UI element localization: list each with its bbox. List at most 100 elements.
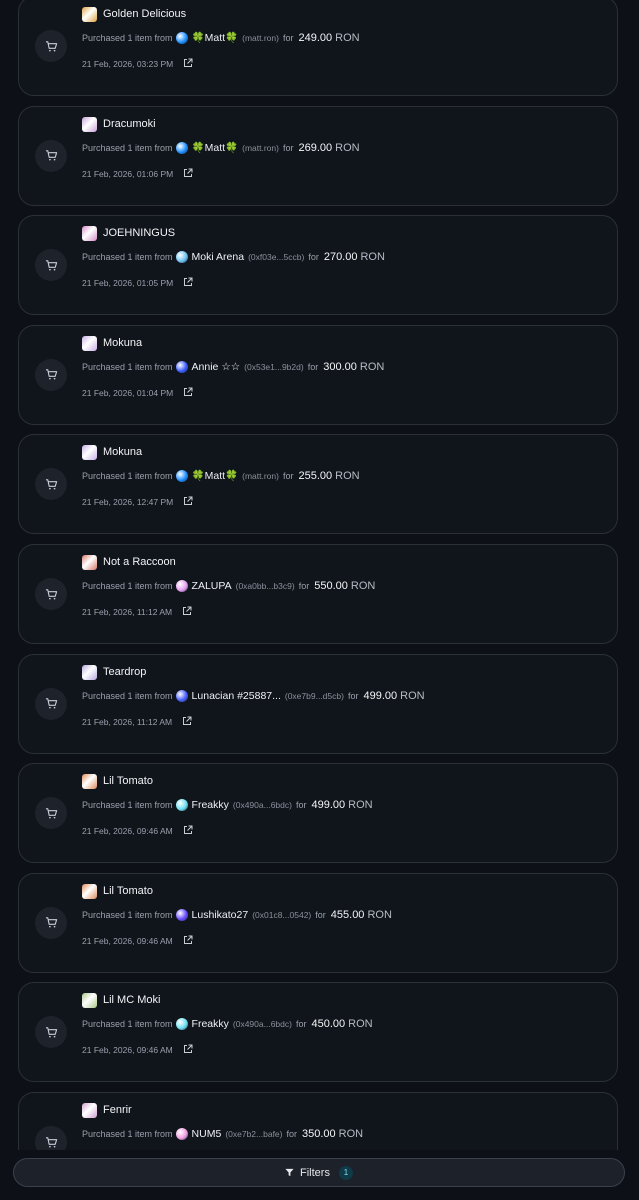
purchase-prefix: Purchased 1 item from — [82, 471, 173, 482]
nft-name[interactable]: JOEHNINGUS — [103, 226, 175, 241]
external-link-icon[interactable] — [183, 58, 193, 68]
sale-timestamp: 21 Feb, 2026, 12:47 PM — [82, 497, 174, 508]
buyer-address[interactable]: (0xa0bb...b3c9) — [236, 579, 295, 593]
external-link-icon[interactable] — [183, 935, 193, 945]
sale-amount: 255.00 — [298, 470, 333, 483]
sale-amount: 269.00 — [298, 141, 333, 154]
for-label: for — [298, 581, 310, 591]
sale-card[interactable]: Mokuna Purchased 1 item from Annie ☆☆ (0x53… — [18, 324, 618, 425]
currency-label: RON — [348, 1018, 373, 1031]
currency-label: RON — [367, 908, 392, 921]
sale-card[interactable]: Mokuna Purchased 1 item from 🍀Matt🍀 (matt.r… — [18, 434, 618, 535]
nft-name[interactable]: Not a Raccoon — [103, 555, 176, 570]
cart-icon — [35, 578, 67, 610]
buyer-address[interactable]: (0xe7b2...bafe) — [225, 1127, 282, 1141]
for-label: for — [282, 33, 294, 43]
external-link-icon[interactable] — [182, 716, 192, 726]
buyer-name[interactable]: ZALUPA — [192, 579, 232, 593]
nft-thumbnail — [82, 445, 97, 461]
nft-name[interactable]: Lil MC Moki — [103, 993, 160, 1008]
buyer-name[interactable]: Freakky — [192, 798, 229, 812]
sale-amount: 499.00 — [363, 689, 398, 702]
buyer-address[interactable]: (0xf03e...5ccb) — [248, 250, 304, 264]
cart-icon — [35, 468, 67, 501]
buyer-avatar — [175, 799, 188, 812]
external-link-icon[interactable] — [183, 496, 193, 506]
currency-label: RON — [348, 799, 373, 812]
sale-card[interactable]: JOEHNINGUS Purchased 1 item from Moki Aren… — [18, 215, 618, 316]
sale-card[interactable]: Lil Tomato Purchased 1 item from Freakky (0… — [18, 763, 618, 864]
sale-timestamp: 21 Feb, 2026, 09:46 AM — [82, 935, 173, 946]
sale-description: Purchased 1 item from NUM5 (0xe7b2...bafe)… — [82, 1127, 363, 1141]
external-link-icon[interactable] — [183, 1044, 193, 1054]
sale-card[interactable]: Teardrop Purchased 1 item from Lunacian #2… — [18, 653, 618, 754]
buyer-address[interactable]: (matt.ron) — [242, 469, 279, 483]
buyer-name[interactable]: Annie ☆☆ — [192, 360, 241, 374]
for-label: for — [282, 142, 294, 153]
buyer-address[interactable]: (0x01c8...0542) — [252, 908, 311, 922]
nft-name[interactable]: Fenrir — [103, 1103, 132, 1118]
buyer-name[interactable]: 🍀Matt🍀 — [192, 31, 239, 45]
nft-thumbnail — [82, 1103, 97, 1118]
buyer-name[interactable]: Lushikato27 — [192, 908, 249, 922]
buyer-name[interactable]: Freakky — [192, 1017, 229, 1031]
nft-name[interactable]: Lil Tomato — [103, 884, 153, 899]
buyer-avatar — [175, 470, 188, 483]
buyer-address[interactable]: (0x490a...6bdc) — [233, 1017, 292, 1031]
sale-timestamp: 21 Feb, 2026, 01:05 PM — [82, 278, 174, 289]
buyer-name[interactable]: 🍀Matt🍀 — [192, 141, 239, 155]
buyer-name[interactable]: Lunacian #25887... — [192, 689, 281, 703]
sale-card[interactable]: Lil Tomato Purchased 1 item from Lushikato… — [18, 872, 618, 973]
nft-name[interactable]: Golden Delicious — [103, 7, 186, 22]
nft-name[interactable]: Dracumoki — [103, 117, 156, 132]
nft-thumbnail — [82, 116, 97, 132]
for-label: for — [282, 471, 294, 482]
buyer-name[interactable]: Moki Arena — [192, 250, 245, 264]
external-link-icon[interactable] — [183, 277, 193, 287]
buyer-name[interactable]: 🍀Matt🍀 — [192, 469, 239, 483]
for-label: for — [307, 361, 319, 372]
external-link-icon[interactable] — [182, 606, 192, 616]
currency-label: RON — [350, 580, 376, 592]
sale-description: Purchased 1 item from 🍀Matt🍀 (matt.ron) for… — [82, 469, 360, 483]
buyer-address[interactable]: (matt.ron) — [242, 31, 279, 45]
purchase-prefix: Purchased 1 item from — [82, 33, 173, 43]
buyer-address[interactable]: (matt.ron) — [242, 141, 279, 155]
sale-card[interactable]: Lil MC Moki Purchased 1 item from Freakky (… — [18, 982, 618, 1083]
nft-thumbnail — [82, 774, 97, 790]
sale-card[interactable]: Golden Delicious Purchased 1 item from 🍀Ma… — [18, 0, 618, 96]
sale-description: Purchased 1 item from Moki Arena (0xf03e..… — [82, 250, 385, 264]
purchase-prefix: Purchased 1 item from — [82, 361, 173, 372]
for-label: for — [347, 690, 359, 701]
buyer-address[interactable]: (0x53e1...9b2d) — [244, 360, 304, 374]
currency-label: RON — [335, 32, 360, 44]
purchase-prefix: Purchased 1 item from — [82, 1129, 173, 1139]
purchase-prefix: Purchased 1 item from — [82, 800, 173, 811]
sale-card[interactable]: Dracumoki Purchased 1 item from 🍀Matt🍀 (mat… — [18, 105, 618, 206]
filters-button[interactable]: Filters 1 — [13, 1158, 625, 1187]
nft-name[interactable]: Mokuna — [103, 336, 142, 351]
external-link-icon[interactable] — [183, 825, 193, 835]
sale-amount: 350.00 — [302, 1128, 336, 1140]
buyer-address[interactable]: (0xe7b9...d5cb) — [285, 689, 344, 703]
currency-label: RON — [360, 251, 385, 264]
currency-label: RON — [335, 141, 360, 154]
nft-name[interactable]: Teardrop — [103, 665, 146, 680]
purchase-prefix: Purchased 1 item from — [82, 909, 173, 920]
sale-timestamp: 21 Feb, 2026, 11:12 AM — [82, 607, 173, 617]
funnel-icon — [285, 1168, 294, 1177]
sale-amount: 499.00 — [311, 799, 346, 812]
external-link-icon[interactable] — [183, 387, 193, 397]
external-link-icon[interactable] — [183, 168, 193, 178]
buyer-name[interactable]: NUM5 — [192, 1127, 222, 1141]
purchase-prefix: Purchased 1 item from — [82, 581, 173, 591]
buyer-avatar — [175, 141, 188, 154]
cart-icon — [35, 139, 67, 172]
cart-icon — [35, 30, 67, 62]
buyer-address[interactable]: (0x490a...6bdc) — [233, 798, 292, 812]
nft-name[interactable]: Mokuna — [103, 445, 142, 460]
nft-name[interactable]: Lil Tomato — [103, 774, 153, 789]
sale-timestamp: 21 Feb, 2026, 01:04 PM — [82, 387, 174, 398]
sale-card[interactable]: Not a Raccoon Purchased 1 item from ZALUPA… — [18, 544, 618, 644]
cart-icon — [35, 358, 67, 391]
